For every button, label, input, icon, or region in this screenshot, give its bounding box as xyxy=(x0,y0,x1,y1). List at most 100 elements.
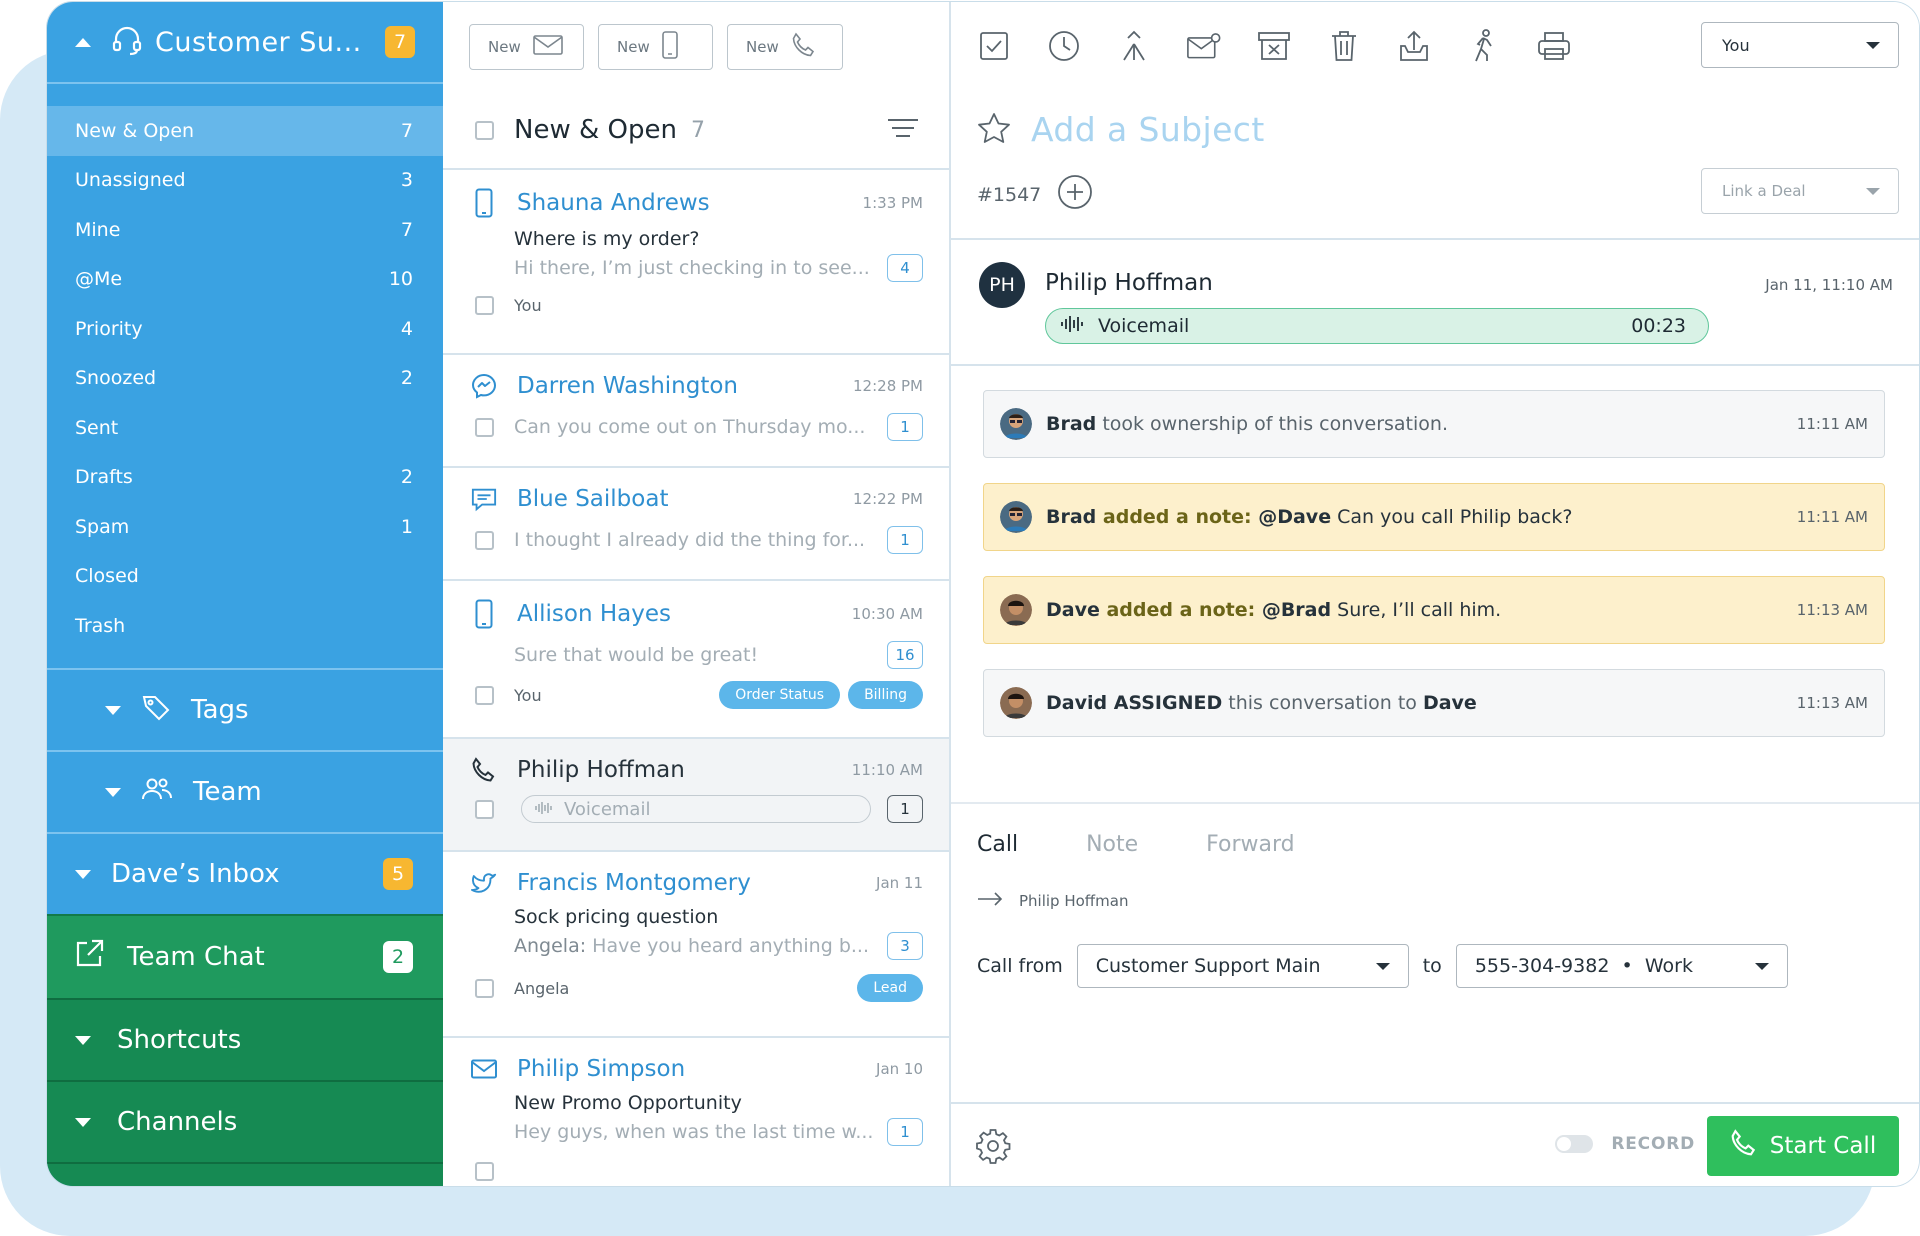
chat-bubble-icon xyxy=(471,486,497,512)
headset-icon xyxy=(111,24,143,60)
conversation-preview: Hey guys, when was the last time w... xyxy=(514,1121,874,1143)
subject-input[interactable]: Add a Subject xyxy=(1031,110,1265,149)
start-call-button[interactable]: Start Call xyxy=(1707,1116,1899,1176)
conversation-checkbox[interactable] xyxy=(475,1162,494,1181)
voicemail-player[interactable]: Voicemail 00:23 xyxy=(1045,308,1709,344)
folder-priority[interactable]: Priority 4 xyxy=(47,304,443,354)
expand-caret-icon[interactable] xyxy=(75,869,91,879)
conversation-checkbox[interactable] xyxy=(475,530,494,550)
folder-trash[interactable]: Trash xyxy=(47,601,443,651)
folder-new-open[interactable]: New & Open 7 xyxy=(47,106,443,156)
list-header: New & Open 7 xyxy=(443,92,949,170)
avatar: PH xyxy=(979,262,1025,308)
archive-icon[interactable] xyxy=(1257,29,1291,63)
add-circle-icon[interactable] xyxy=(1057,174,1093,215)
tab-note[interactable]: Note xyxy=(1086,832,1138,857)
avatar xyxy=(1000,594,1032,626)
expand-caret-icon[interactable] xyxy=(75,1035,91,1045)
gear-icon[interactable] xyxy=(975,1128,1011,1168)
sidebar-team-chat[interactable]: Team Chat 2 xyxy=(47,914,443,998)
conversation-item[interactable]: Philip Simpson Jan 10 New Promo Opportun… xyxy=(443,1038,949,1186)
expand-caret-icon[interactable] xyxy=(105,705,121,715)
merge-icon[interactable] xyxy=(1117,29,1151,63)
waveform-icon xyxy=(1060,314,1086,339)
mail-status-icon[interactable] xyxy=(1187,29,1221,63)
share-tray-icon[interactable] xyxy=(1397,29,1431,63)
call-to-select[interactable]: 555-304-9382 • Work xyxy=(1455,944,1788,988)
message-datetime: Jan 11, 11:10 AM xyxy=(1765,276,1893,294)
conversation-item[interactable]: Allison Hayes 10:30 AM Sure that would b… xyxy=(443,581,949,739)
folder-snoozed[interactable]: Snoozed 2 xyxy=(47,354,443,404)
folder-closed[interactable]: Closed xyxy=(47,552,443,602)
contact-name: Darren Washington xyxy=(517,373,739,399)
conversation-checkbox[interactable] xyxy=(475,978,494,998)
link-deal-dropdown[interactable]: Link a Deal xyxy=(1701,168,1899,214)
conversation-checkbox[interactable] xyxy=(475,799,494,819)
checkbox-done-icon[interactable] xyxy=(977,29,1011,63)
conversation-time: Jan 10 xyxy=(876,1060,923,1078)
new-email-button[interactable]: New xyxy=(469,24,584,70)
filter-icon[interactable] xyxy=(887,118,919,142)
record-toggle[interactable]: RECORD xyxy=(1555,1134,1695,1154)
new-buttons: New New New xyxy=(443,2,949,92)
tag-order-status[interactable]: Order Status xyxy=(719,681,841,709)
assignee-dropdown[interactable]: You xyxy=(1701,22,1899,68)
sidebar-daves-inbox[interactable]: Dave’s Inbox 5 xyxy=(47,832,443,914)
contact-name: Allison Hayes xyxy=(517,601,671,627)
folder-drafts[interactable]: Drafts 2 xyxy=(47,453,443,503)
team-chat-label: Team Chat xyxy=(127,942,265,972)
folder-mine[interactable]: Mine 7 xyxy=(47,205,443,255)
conversation-checkbox[interactable] xyxy=(475,296,494,315)
sidebar-tags-section[interactable]: Tags xyxy=(47,668,443,750)
tab-call[interactable]: Call xyxy=(977,832,1018,857)
conversation-checkbox[interactable] xyxy=(475,685,494,705)
new-call-button[interactable]: New xyxy=(727,24,843,70)
conversation-preview: I thought I already did the thing for... xyxy=(514,529,866,551)
select-all-checkbox[interactable] xyxy=(475,120,494,140)
conversation-id-row: #1547 xyxy=(977,174,1093,215)
expand-caret-icon[interactable] xyxy=(75,1117,91,1127)
conversation-time: 1:33 PM xyxy=(862,194,923,212)
voicemail-message: PH Philip Hoffman Jan 11, 11:10 AM Voice… xyxy=(951,240,1919,364)
sidebar-team-section[interactable]: Team xyxy=(47,750,443,832)
folder-spam[interactable]: Spam 1 xyxy=(47,502,443,552)
record-switch[interactable] xyxy=(1555,1135,1594,1153)
chevron-down-icon xyxy=(1754,962,1769,970)
conversation-item[interactable]: Francis Montgomery Jan 11 Sock pricing q… xyxy=(443,852,949,1038)
external-link-icon xyxy=(73,938,105,977)
sidebar-shortcuts[interactable]: Shortcuts xyxy=(47,998,443,1080)
collapse-caret-icon[interactable] xyxy=(75,37,91,47)
contact-name: Francis Montgomery xyxy=(517,870,751,896)
conversation-item[interactable]: Philip Hoffman 11:10 AM Voicemail 1 xyxy=(443,739,949,852)
message-count: 16 xyxy=(887,641,923,669)
conversation-owner: You xyxy=(514,685,542,705)
conversation-checkbox[interactable] xyxy=(475,417,494,437)
new-sms-button[interactable]: New xyxy=(598,24,713,70)
conversation-item[interactable]: Blue Sailboat 12:22 PM I thought I alrea… xyxy=(443,468,949,581)
folder-unassigned[interactable]: Unassigned 3 xyxy=(47,156,443,206)
conversation-item[interactable]: Shauna Andrews 1:33 PM Where is my order… xyxy=(443,170,949,355)
clock-icon[interactable] xyxy=(1047,29,1081,63)
star-icon[interactable] xyxy=(977,112,1011,148)
message-sender: Philip Hoffman xyxy=(1045,270,1213,296)
printer-icon[interactable] xyxy=(1537,29,1571,63)
messenger-icon xyxy=(471,373,497,399)
sidebar-channels[interactable]: Channels xyxy=(47,1080,443,1162)
folder-at-me[interactable]: @Me 10 xyxy=(47,255,443,305)
trash-icon[interactable] xyxy=(1327,29,1361,63)
folder-sent[interactable]: Sent xyxy=(47,403,443,453)
voicemail-preview[interactable]: Voicemail xyxy=(521,795,871,823)
note-event: Brad added a note: @Dave Can you call Ph… xyxy=(983,483,1885,551)
inbox-header[interactable]: Customer Su... 7 xyxy=(47,2,443,84)
tab-forward[interactable]: Forward xyxy=(1206,832,1294,857)
voicemail-duration: 00:23 xyxy=(1631,315,1686,337)
tag-billing[interactable]: Billing xyxy=(848,681,923,709)
call-from-select[interactable]: Customer Support Main xyxy=(1076,944,1409,988)
expand-caret-icon[interactable] xyxy=(105,787,121,797)
event-time: 11:13 AM xyxy=(1796,694,1868,712)
tag-lead[interactable]: Lead xyxy=(857,974,923,1002)
avatar xyxy=(1000,501,1032,533)
conversation-item[interactable]: Darren Washington 12:28 PM Can you come … xyxy=(443,355,949,468)
walking-person-icon[interactable] xyxy=(1467,29,1501,63)
compose-footer: RECORD Start Call xyxy=(951,1102,1919,1186)
